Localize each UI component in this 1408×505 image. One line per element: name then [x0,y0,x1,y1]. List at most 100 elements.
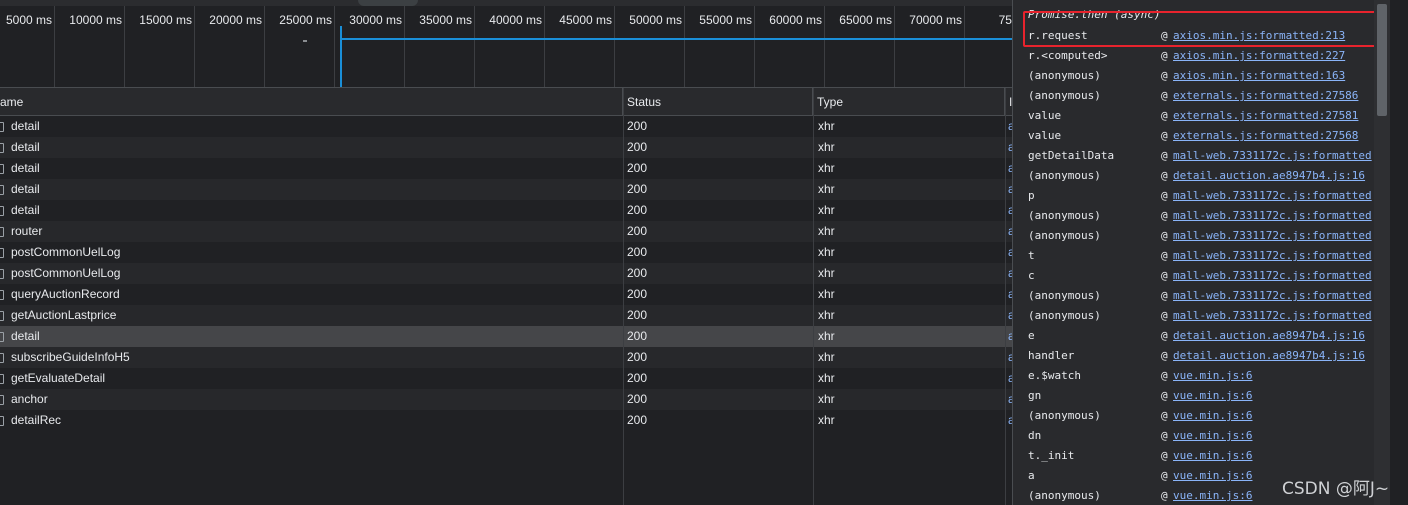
request-type: xhr [818,224,835,238]
frame-source-link[interactable]: mall-web.7331172c.js:formatted [1173,266,1373,286]
scrollbar-thumb[interactable] [1377,4,1387,116]
frame-source-link[interactable]: vue.min.js:6 [1173,386,1373,406]
frame-function-name: r.<computed> [1028,49,1108,62]
request-name[interactable]: getAuctionLastprice [11,305,116,326]
frame-function-name: t [1028,249,1035,262]
frame-function-name: e [1028,329,1035,342]
table-row[interactable]: detail200xhra [0,179,1015,200]
request-name[interactable]: getEvaluateDetail [11,368,105,389]
frame-function-name: (anonymous) [1028,229,1101,242]
request-name[interactable]: detail [11,200,40,221]
timeline-tick: 65000 ms [825,6,895,87]
request-type: xhr [818,119,835,133]
frame-at-sign: @ [1161,369,1168,382]
frame-function-name: t._init [1028,449,1075,462]
request-name[interactable]: detail [11,116,40,137]
request-name[interactable]: detail [11,179,40,200]
frame-function-name: value [1028,109,1062,122]
call-stack-frame: value @ externals.js:formatted:27568 [1013,126,1379,146]
frame-source-link[interactable]: detail.auction.ae8947b4.js:16 [1173,346,1373,366]
request-name[interactable]: router [11,221,42,242]
frame-source-link[interactable]: externals.js:formatted:27568 [1173,126,1373,146]
frame-source-link[interactable]: mall-web.7331172c.js:formatted [1173,146,1373,166]
timeline-tick-label: 20000 ms [209,13,262,27]
table-row[interactable]: router200xhra [0,221,1015,242]
frame-at-sign: @ [1161,189,1168,202]
frame-source-link[interactable]: vue.min.js:6 [1173,406,1373,426]
frame-source-link[interactable]: axios.min.js:formatted:227 [1173,46,1373,66]
request-type: xhr [818,245,835,259]
call-stack-frame: r.<computed> @ axios.min.js:formatted:227 [1013,46,1379,66]
call-stack-frame: p @ mall-web.7331172c.js:formatted [1013,186,1379,206]
frame-source-link[interactable]: detail.auction.ae8947b4.js:16 [1173,166,1373,186]
table-row[interactable]: getAuctionLastprice200xhra [0,305,1015,326]
table-row[interactable]: postCommonUelLog200xhra [0,263,1015,284]
table-row[interactable]: queryAuctionRecord200xhra [0,284,1015,305]
request-name[interactable]: detail [11,137,40,158]
table-row[interactable]: detail200xhra [0,137,1015,158]
request-status: 200 [627,245,648,259]
frame-function-name: a [1028,469,1035,482]
request-status: 200 [627,203,648,217]
frame-source-link[interactable]: axios.min.js:formatted:163 [1173,66,1373,86]
call-stack-frame: handler @ detail.auction.ae8947b4.js:16 [1013,346,1379,366]
frame-at-sign: @ [1161,229,1168,242]
request-type: xhr [818,329,835,343]
request-type-icon [0,164,4,174]
frame-source-link[interactable]: externals.js:formatted:27586 [1173,86,1373,106]
table-row[interactable]: detail200xhra [0,158,1015,179]
frame-source-link[interactable]: vue.min.js:6 [1173,426,1373,446]
table-row[interactable]: subscribeGuideInfoH5200xhra [0,347,1015,368]
timeline-tick-label: 5000 ms [5,13,52,27]
frame-function-name: handler [1028,349,1075,362]
request-name[interactable]: anchor [11,389,48,410]
frame-source-link[interactable]: mall-web.7331172c.js:formatted [1173,306,1373,326]
timeline-tick: 30000 ms [335,6,405,87]
table-row[interactable]: detailRec200xhra [0,410,1015,431]
request-status: 200 [627,392,648,406]
request-status: 200 [627,119,648,133]
request-name[interactable]: detailRec [11,410,61,431]
request-name[interactable]: subscribeGuideInfoH5 [11,347,130,368]
column-header-name[interactable]: ame [0,88,623,116]
timeline-tick: 20000 ms [195,6,265,87]
request-name[interactable]: detail [11,326,40,347]
frame-source-link[interactable]: mall-web.7331172c.js:formatted [1173,206,1373,226]
table-row[interactable]: postCommonUelLog200xhra [0,242,1015,263]
frame-source-link[interactable]: mall-web.7331172c.js:formatted [1173,186,1373,206]
request-name[interactable]: detail [11,158,40,179]
frame-source-link[interactable]: vue.min.js:6 [1173,366,1373,386]
call-stack-frame: value @ externals.js:formatted:27581 [1013,106,1379,126]
request-name[interactable]: queryAuctionRecord [11,284,120,305]
timeline-tick: 35000 ms [405,6,475,87]
column-header-status[interactable]: Status [623,88,813,116]
frame-source-link[interactable]: vue.min.js:6 [1173,446,1373,466]
request-type-icon [0,374,4,384]
timeline-tick-label: 55000 ms [699,13,752,27]
frame-source-link[interactable]: detail.auction.ae8947b4.js:16 [1173,326,1373,346]
vertical-scrollbar[interactable] [1374,0,1390,505]
request-type-icon [0,395,4,405]
table-row[interactable]: detail200xhra [0,326,1015,347]
table-row[interactable]: getEvaluateDetail200xhra [0,368,1015,389]
frame-at-sign: @ [1161,249,1168,262]
frame-source-link[interactable]: mall-web.7331172c.js:formatted [1173,226,1373,246]
frame-function-name: value [1028,129,1062,142]
frame-source-link[interactable]: externals.js:formatted:27581 [1173,106,1373,126]
timeline-tick: 25000 ms [265,6,335,87]
request-name[interactable]: postCommonUelLog [11,263,120,284]
request-type-icon [0,416,4,426]
request-name[interactable]: postCommonUelLog [11,242,120,263]
column-header-type[interactable]: Type [813,88,1005,116]
request-type-icon [0,269,4,279]
request-type: xhr [818,413,835,427]
request-type-icon [0,353,4,363]
call-stack-frame: (anonymous) @ vue.min.js:6 [1013,406,1379,426]
table-row[interactable]: detail200xhra [0,116,1015,137]
table-row[interactable]: anchor200xhra [0,389,1015,410]
call-stack-frame: dn @ vue.min.js:6 [1013,426,1379,446]
table-row[interactable]: detail200xhra [0,200,1015,221]
frame-function-name: gn [1028,389,1042,402]
frame-source-link[interactable]: mall-web.7331172c.js:formatted [1173,286,1373,306]
frame-source-link[interactable]: mall-web.7331172c.js:formatted [1173,246,1373,266]
